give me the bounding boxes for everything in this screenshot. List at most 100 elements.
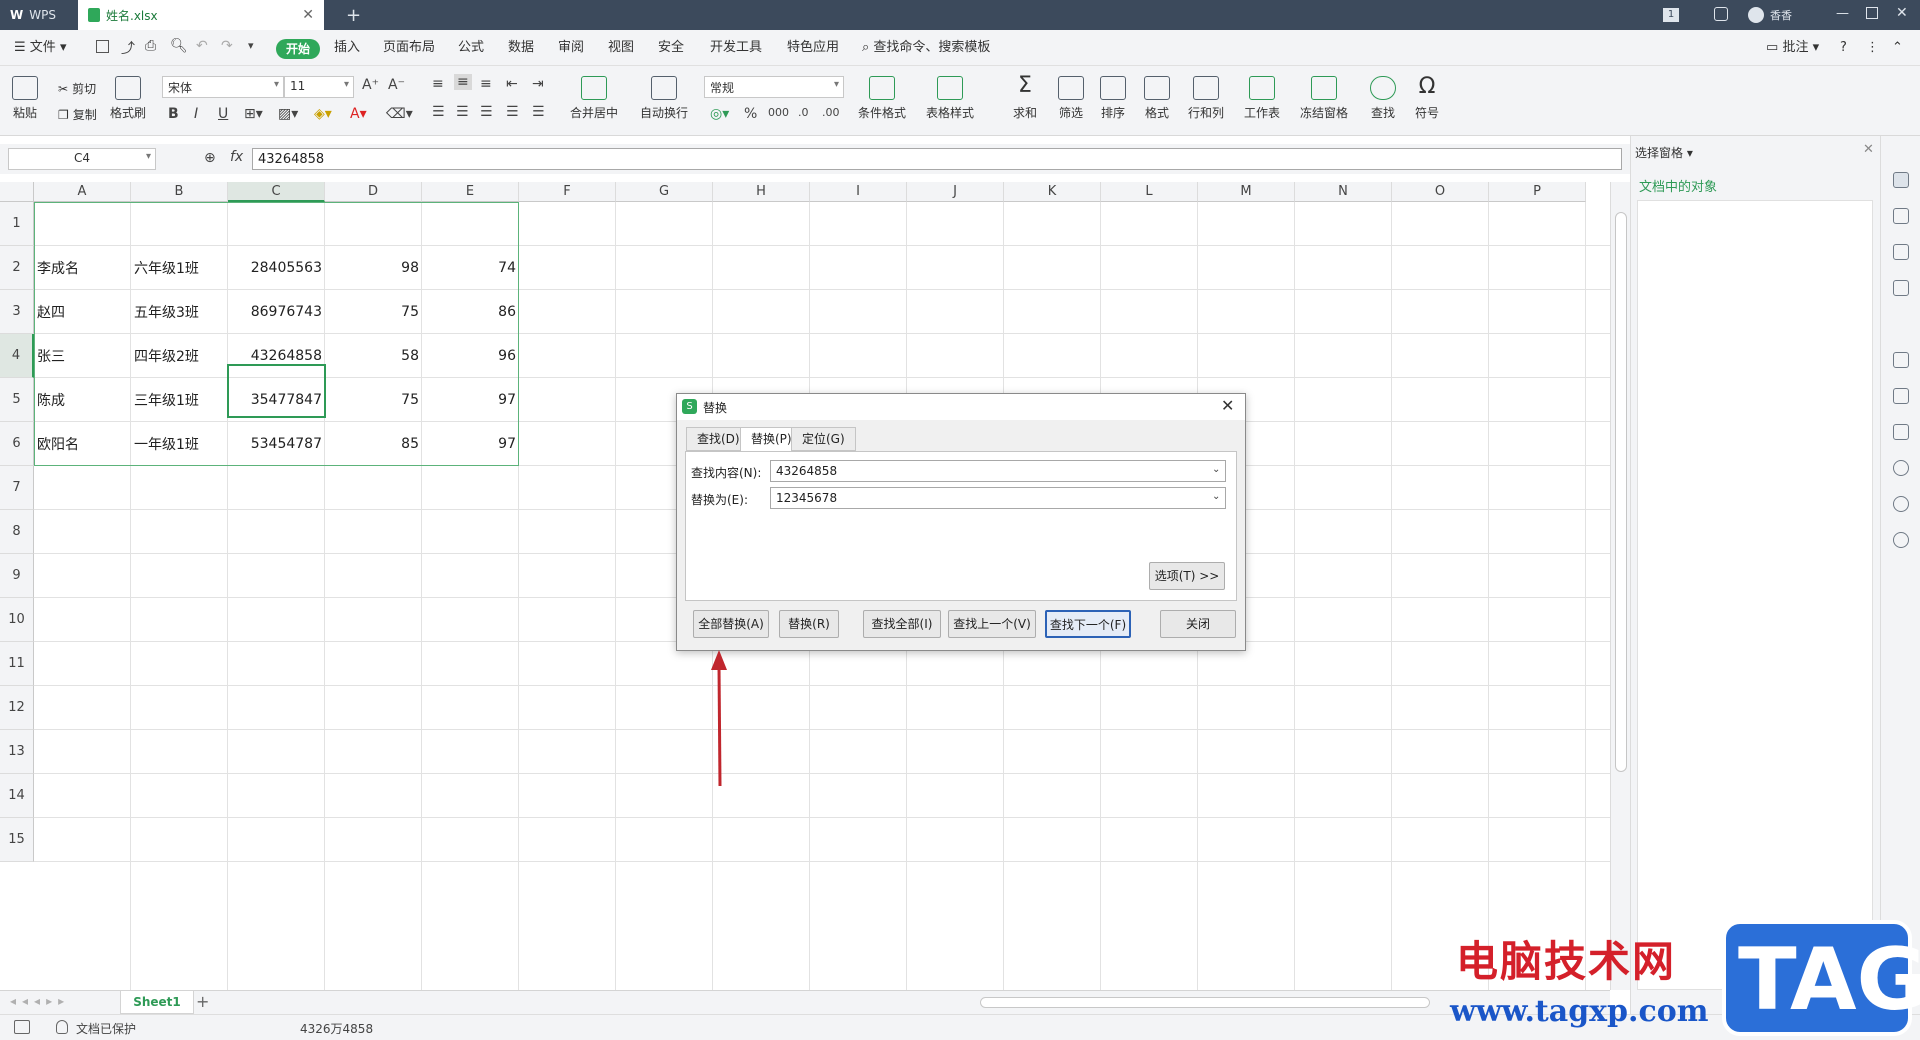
sort-button[interactable]: 排序: [1100, 76, 1126, 121]
column-header-h[interactable]: H: [713, 182, 810, 202]
column-header-c[interactable]: C: [228, 182, 325, 202]
more-icon[interactable]: ⋮: [1866, 30, 1879, 66]
restore-icon[interactable]: [1866, 7, 1878, 19]
row-header-5[interactable]: 5: [0, 378, 34, 422]
font-color-icon[interactable]: A▾: [350, 106, 367, 122]
italic-icon[interactable]: I: [194, 106, 198, 122]
column-header-b[interactable]: B: [131, 182, 228, 202]
tab-goto[interactable]: 定位(G): [791, 427, 856, 451]
align-center-icon[interactable]: ☰: [456, 104, 469, 120]
tab-view[interactable]: 视图: [608, 30, 634, 66]
freeze-panes-button[interactable]: 冻结窗格: [1300, 76, 1348, 121]
print-preview-icon[interactable]: 🔍︎: [170, 38, 188, 54]
column-header-k[interactable]: K: [1004, 182, 1101, 202]
worksheet-button[interactable]: 工作表: [1244, 76, 1280, 121]
align-right-icon[interactable]: ☰: [480, 104, 493, 120]
document-protected-label[interactable]: 文档已保护: [76, 1020, 136, 1037]
cell-b3[interactable]: 五年级3班: [131, 290, 228, 334]
column-header-a[interactable]: A: [34, 182, 131, 202]
cell-a3[interactable]: 赵四: [34, 290, 131, 334]
history-icon[interactable]: [1893, 496, 1909, 512]
sync-icon[interactable]: [1893, 460, 1909, 476]
tab-review[interactable]: 审阅: [558, 30, 584, 66]
sum-button[interactable]: Σ 求和: [1012, 75, 1038, 121]
row-header-1[interactable]: 1: [0, 202, 34, 246]
avatar[interactable]: [1748, 7, 1764, 23]
help-icon[interactable]: ?: [1840, 30, 1847, 66]
row-header-11[interactable]: 11: [0, 642, 34, 686]
document-tab[interactable]: 姓名.xlsx ✕: [78, 0, 324, 30]
indent-increase-icon[interactable]: ⇥: [532, 76, 544, 92]
replace-all-button[interactable]: 全部替换(A): [693, 610, 769, 638]
row-header-8[interactable]: 8: [0, 510, 34, 554]
tab-start[interactable]: 开始: [276, 39, 321, 59]
comment-button[interactable]: ▭ 批注 ▾: [1766, 30, 1819, 66]
underline-icon[interactable]: U: [218, 106, 228, 122]
save-icon[interactable]: [96, 40, 109, 53]
cell-e6[interactable]: 97: [422, 422, 519, 466]
justify-icon[interactable]: ☰: [506, 104, 519, 120]
row-header-9[interactable]: 9: [0, 554, 34, 598]
column-header-m[interactable]: M: [1198, 182, 1295, 202]
fill-color-icon[interactable]: ◈▾: [314, 106, 332, 122]
column-header-o[interactable]: O: [1392, 182, 1489, 202]
align-top-icon[interactable]: ≡: [432, 76, 444, 92]
copy-button[interactable]: ❐ 复制: [58, 106, 97, 123]
row-header-3[interactable]: 3: [0, 290, 34, 334]
decrease-decimal-icon[interactable]: .00: [822, 106, 840, 119]
tab-data[interactable]: 数据: [508, 30, 534, 66]
row-header-6[interactable]: 6: [0, 422, 34, 466]
cell-c3[interactable]: 86976743: [228, 290, 325, 334]
cell-d6[interactable]: 85: [325, 422, 422, 466]
add-sheet-button[interactable]: +: [196, 992, 209, 1011]
cell-a6[interactable]: 欧阳名: [34, 422, 131, 466]
close-tab-icon[interactable]: ✕: [302, 7, 314, 23]
cut-button[interactable]: ✂ 剪切: [58, 80, 96, 97]
name-box[interactable]: C4: [8, 148, 156, 170]
page-badge[interactable]: 1: [1663, 8, 1679, 22]
cell-c2[interactable]: 28405563: [228, 246, 325, 290]
new-tab-button[interactable]: +: [336, 0, 371, 30]
close-pane-icon[interactable]: ✕: [1863, 142, 1874, 157]
cell-d3[interactable]: 75: [325, 290, 422, 334]
fill-style-icon[interactable]: ▨▾: [278, 106, 298, 122]
export-icon[interactable]: ⤴: [121, 38, 135, 58]
tab-insert[interactable]: 插入: [334, 30, 360, 66]
replace-history-dropdown-icon[interactable]: ⌄: [1212, 491, 1220, 502]
skin-icon[interactable]: [1714, 7, 1728, 21]
column-header-j[interactable]: J: [907, 182, 1004, 202]
cell-a5[interactable]: 陈成: [34, 378, 131, 422]
cell-e5[interactable]: 97: [422, 378, 519, 422]
row-col-button[interactable]: 行和列: [1188, 76, 1224, 121]
column-header-e[interactable]: E: [422, 182, 519, 202]
sheet-nav-icons[interactable]: ◂◂◂▸▸: [10, 994, 70, 1008]
align-middle-icon[interactable]: ≡: [454, 74, 472, 90]
minimize-icon[interactable]: —: [1836, 6, 1849, 21]
print-icon[interactable]: ⎙: [145, 38, 156, 54]
backup-icon[interactable]: [1893, 352, 1909, 368]
find-what-input[interactable]: 43264858: [770, 460, 1226, 482]
cell-e3[interactable]: 86: [422, 290, 519, 334]
conditional-format-button[interactable]: 条件格式: [858, 76, 906, 121]
redo-icon[interactable]: ↷: [221, 38, 233, 54]
command-search[interactable]: ⌕ 查找命令、搜索模板: [862, 30, 990, 66]
cell-e4[interactable]: 96: [422, 334, 519, 378]
font-size-select[interactable]: 11: [284, 76, 354, 98]
indent-decrease-icon[interactable]: ⇤: [506, 76, 518, 92]
decrease-font-icon[interactable]: A⁻: [388, 77, 405, 93]
paste-button[interactable]: 粘贴: [12, 76, 38, 121]
zoom-formula-icon[interactable]: ⊕: [204, 150, 216, 166]
file-menu[interactable]: ☰ 文件 ▾: [14, 30, 66, 66]
increase-decimal-icon[interactable]: .0: [798, 106, 809, 119]
vertical-scroll-thumb[interactable]: [1615, 212, 1627, 772]
options-button[interactable]: 选项(T) >>: [1149, 562, 1225, 590]
column-header-n[interactable]: N: [1295, 182, 1392, 202]
column-header-d[interactable]: D: [325, 182, 422, 202]
cell-d2[interactable]: 98: [325, 246, 422, 290]
table-icon[interactable]: [1893, 280, 1909, 296]
archive-icon[interactable]: [1893, 388, 1909, 404]
cell-d5[interactable]: 75: [325, 378, 422, 422]
find-button[interactable]: 查找: [1370, 76, 1396, 121]
cell-c6[interactable]: 53454787: [228, 422, 325, 466]
align-bottom-icon[interactable]: ≡: [480, 76, 492, 92]
